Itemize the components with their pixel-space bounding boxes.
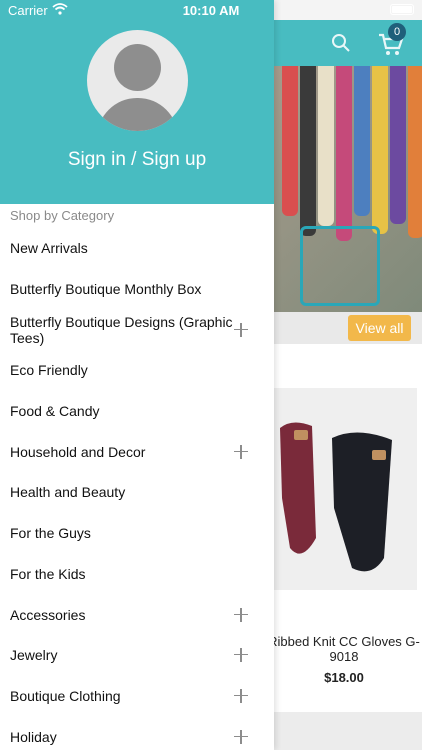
menu-item-household-decor[interactable]: Household and Decor — [0, 431, 274, 472]
menu-item-label: Holiday — [10, 728, 57, 745]
expand-plus-icon[interactable] — [234, 688, 248, 703]
expand-plus-icon[interactable] — [234, 729, 248, 744]
product-price: $18.00 — [324, 670, 364, 685]
menu-item-accessories[interactable]: Accessories — [0, 594, 274, 635]
avatar[interactable] — [87, 30, 188, 131]
menu-item-boutique-clothing[interactable]: Boutique Clothing — [0, 676, 274, 717]
clock: 10:10 AM — [182, 3, 240, 18]
product-name[interactable]: Ribbed Knit CC Gloves G-9018 — [266, 634, 422, 664]
avatar-head — [114, 44, 161, 91]
search-icon[interactable] — [331, 33, 351, 53]
menu-item-label: Household and Decor — [10, 443, 146, 460]
battery-icon — [390, 4, 414, 15]
menu-item-label: For the Guys — [10, 525, 91, 542]
menu-item-food-candy[interactable]: Food & Candy — [0, 391, 274, 432]
category-heading: Shop by Category — [10, 208, 115, 223]
menu-item-label: Jewelry — [10, 647, 58, 664]
sign-in-link[interactable]: Sign in / Sign up — [0, 149, 274, 171]
menu-item-label: Accessories — [10, 606, 86, 623]
drawer-header: Sign in / Sign up — [0, 0, 274, 204]
expand-plus-icon[interactable] — [234, 322, 248, 337]
expand-plus-icon[interactable] — [234, 444, 248, 459]
menu-item-label: For the Kids — [10, 565, 86, 582]
menu-item-graphic-tees[interactable]: Butterfly Boutique Designs (Graphic Tees… — [0, 309, 274, 350]
menu-item-holiday[interactable]: Holiday — [0, 716, 274, 750]
product-image[interactable] — [272, 388, 417, 590]
menu-item-monthly-box[interactable]: Butterfly Boutique Monthly Box — [0, 269, 274, 310]
menu-item-for-the-guys[interactable]: For the Guys — [0, 513, 274, 554]
status-bar: Carrier 10:10 AM — [0, 0, 422, 20]
menu-item-health-beauty[interactable]: Health and Beauty — [0, 472, 274, 513]
menu-item-label: Butterfly Boutique Designs (Graphic Tees… — [10, 313, 233, 346]
view-all-button[interactable]: View all — [348, 315, 411, 341]
side-drawer: Sign in / Sign up Shop by Category New A… — [0, 0, 274, 750]
menu-item-label: Eco Friendly — [10, 362, 88, 379]
menu-item-label: Butterfly Boutique Monthly Box — [10, 281, 202, 298]
expand-plus-icon[interactable] — [234, 648, 248, 663]
menu-item-new-arrivals[interactable]: New Arrivals — [0, 228, 274, 269]
menu-item-for-the-kids[interactable]: For the Kids — [0, 554, 274, 595]
expand-plus-icon[interactable] — [234, 607, 248, 622]
menu-item-label: Food & Candy — [10, 403, 100, 420]
cart-badge: 0 — [388, 23, 406, 41]
avatar-body — [97, 98, 178, 131]
category-menu: New Arrivals Butterfly Boutique Monthly … — [0, 228, 274, 750]
menu-item-label: Health and Beauty — [10, 484, 126, 501]
menu-item-label: New Arrivals — [10, 240, 88, 257]
menu-item-jewelry[interactable]: Jewelry — [0, 635, 274, 676]
menu-item-label: Boutique Clothing — [10, 687, 121, 704]
menu-item-eco-friendly[interactable]: Eco Friendly — [0, 350, 274, 391]
